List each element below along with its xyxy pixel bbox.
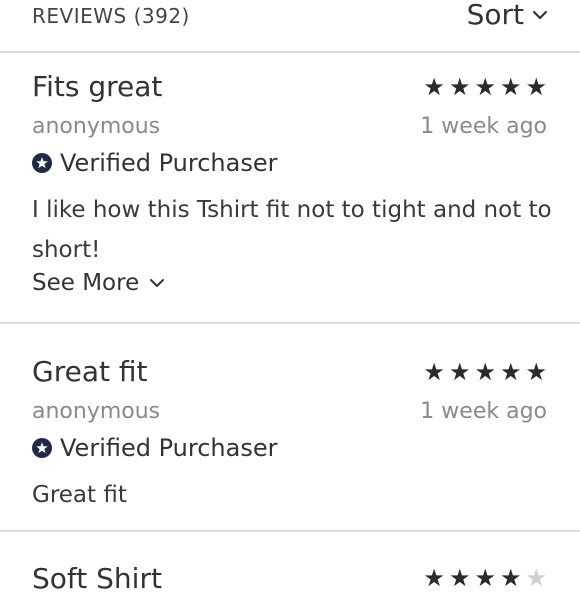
star-rating: ★ ★ ★ ★ ★ [423, 360, 547, 384]
star-icon: ★ [423, 564, 445, 592]
star-icon: ★ [499, 564, 522, 592]
star-rating: ★ ★ ★ ★ ★ [423, 566, 547, 590]
verified-label: Verified Purchaser [60, 434, 278, 462]
star-icon: ★ [474, 358, 496, 386]
chevron-down-icon [150, 279, 165, 287]
review-body-line: short! [32, 237, 101, 263]
review-date: 1 week ago [420, 399, 547, 424]
star-icon: ★ [423, 358, 445, 386]
review-body-line: I like how this Tshirt fit not to tight … [32, 197, 552, 223]
review-title: Fits great [32, 70, 163, 103]
review-divider [0, 530, 580, 532]
verified-purchaser-badge: Verified Purchaser [32, 149, 277, 177]
verified-label: Verified Purchaser [60, 149, 278, 177]
review-body: I like how this Tshirt fit not to tight … [32, 190, 552, 270]
star-icon: ★ [448, 564, 471, 592]
star-rating: ★ ★ ★ ★ ★ [423, 75, 547, 99]
review-body-line: Great fit [32, 482, 127, 508]
see-more-label: See More [32, 270, 140, 296]
star-icon: ★ [499, 358, 522, 386]
star-icon: ★ [448, 73, 471, 101]
star-icon: ★ [525, 358, 547, 386]
verified-purchaser-badge: Verified Purchaser [32, 434, 277, 462]
star-empty-icon: ★ [525, 564, 547, 592]
review-author: anonymous [32, 399, 161, 424]
sort-button[interactable]: Sort [467, 0, 548, 31]
star-icon: ★ [499, 73, 522, 101]
reviews-header: REVIEWS (392) Sort [0, 0, 580, 53]
reviews-count: REVIEWS (392) [32, 4, 190, 28]
star-icon: ★ [525, 73, 547, 101]
star-icon: ★ [474, 73, 496, 101]
star-icon: ★ [474, 564, 496, 592]
review-body: Great fit [32, 475, 552, 515]
verified-star-icon [32, 153, 52, 173]
see-more-button[interactable]: See More [32, 270, 165, 296]
review-divider [0, 322, 580, 324]
star-icon: ★ [423, 73, 445, 101]
review-title: Great fit [32, 355, 148, 388]
star-icon: ★ [448, 358, 471, 386]
review-date: 1 week ago [420, 114, 547, 139]
verified-star-icon [32, 438, 52, 458]
chevron-down-icon [532, 10, 548, 19]
review-author: anonymous [32, 114, 161, 139]
sort-label: Sort [466, 0, 524, 31]
